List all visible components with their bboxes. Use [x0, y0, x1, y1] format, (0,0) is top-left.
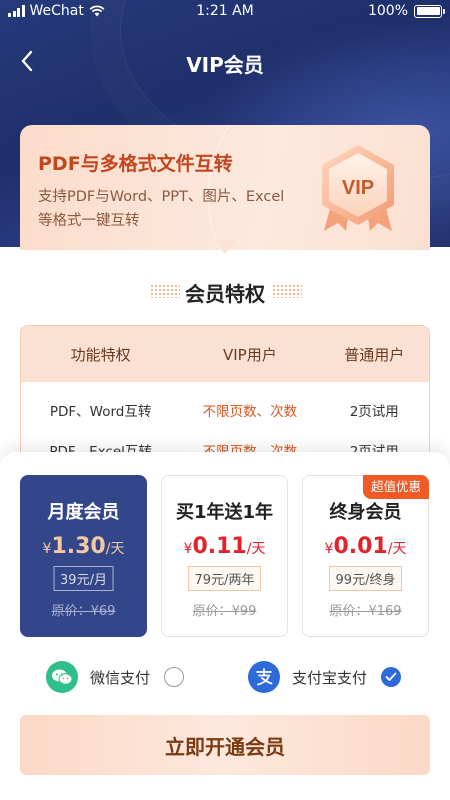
nav-bar: VIP会员: [0, 36, 450, 86]
plan-total: 79元/两年: [187, 566, 262, 591]
column-header: VIP用户: [223, 345, 277, 364]
plan-name: 终身会员: [329, 502, 402, 523]
column-header: 普通用户: [344, 345, 405, 364]
table-cell: 不限页数、次数: [202, 404, 298, 420]
wechat-pay-option[interactable]: 微信支付: [46, 657, 185, 697]
plan-original-price: 原价：¥169: [329, 604, 402, 619]
plan-original-price: 原价：¥99: [192, 604, 257, 619]
plan-price: ¥1.30/天: [42, 534, 125, 559]
purchase-panel: 月度会员 ¥1.30/天 39元/月 原价：¥69 买1年送1年 ¥0.11/天…: [0, 452, 450, 800]
plan-price: ¥0.11/天: [183, 534, 266, 559]
promo-badge: 超值优惠: [362, 475, 429, 499]
banner-title: PDF与多格式文件互转: [38, 153, 233, 175]
table-row: PDF、Word互转 不限页数、次数 2页试用: [21, 390, 429, 430]
plan-card-monthly[interactable]: 月度会员 ¥1.30/天 39元/月 原价：¥69: [20, 475, 147, 637]
activate-vip-button[interactable]: 立即开通会员: [20, 715, 430, 775]
alipay-icon: [248, 661, 280, 693]
table-cell: PDF、Word互转: [49, 404, 152, 420]
plan-price: ¥0.01/天: [324, 534, 407, 559]
vip-badge-icon: VIP: [322, 145, 394, 231]
plan-name: 买1年送1年: [175, 502, 274, 523]
table-cell: 2页试用: [349, 404, 399, 420]
page-title: VIP会员: [186, 53, 264, 77]
section-title: 会员特权: [185, 282, 265, 306]
column-header: 功能特权: [70, 345, 131, 364]
wechat-pay-radio[interactable]: [164, 667, 185, 687]
alipay-radio-checked[interactable]: [381, 667, 402, 687]
wechat-pay-label: 微信支付: [90, 668, 151, 687]
battery-icon: [414, 4, 445, 18]
plan-name: 月度会员: [47, 502, 120, 523]
table-header: 功能特权 VIP用户 普通用户: [21, 326, 429, 382]
battery-percent: 100%: [367, 3, 408, 19]
wechat-pay-icon: [46, 661, 78, 693]
dots-decoration-right: [272, 284, 302, 298]
section-header: 会员特权: [0, 276, 450, 306]
feature-banner: PDF与多格式文件互转 支持PDF与Word、PPT、图片、Excel等格式一键…: [20, 125, 430, 250]
plan-card-lifetime[interactable]: 超值优惠 终身会员 ¥0.01/天 99元/终身 原价：¥169: [302, 475, 429, 637]
plan-original-price: 原价：¥69: [51, 604, 116, 619]
vip-badge-text: VIP: [342, 177, 374, 199]
plan-card-yearly[interactable]: 买1年送1年 ¥0.11/天 79元/两年 原价：¥99: [161, 475, 288, 637]
alipay-option[interactable]: 支付宝支付: [248, 657, 402, 697]
plan-total: 39元/月: [53, 566, 114, 591]
alipay-label: 支付宝支付: [292, 668, 368, 687]
plan-total: 99元/终身: [328, 566, 403, 591]
check-icon: [385, 672, 397, 681]
status-bar: WeChat 1:21 AM 100%: [0, 0, 450, 24]
banner-description: 支持PDF与Word、PPT、图片、Excel等格式一键互转: [38, 189, 285, 229]
status-right: 100%: [367, 3, 445, 19]
